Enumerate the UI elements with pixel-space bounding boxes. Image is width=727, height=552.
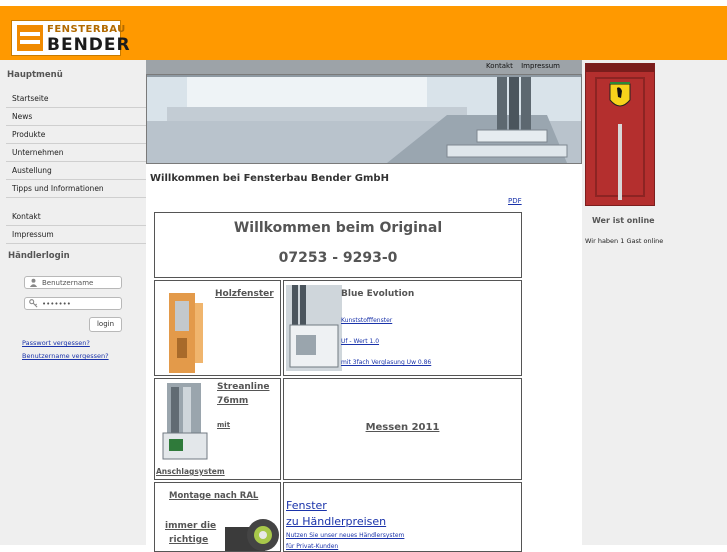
username-placeholder: Benutzername: [42, 279, 94, 287]
messen-link-wrap: Messen 2011: [284, 422, 521, 433]
main-menu-title: Hauptmenü: [7, 70, 63, 80]
streamline-line4[interactable]: Anschlagsystem: [156, 467, 225, 476]
menu-item-unternehmen[interactable]: Unternehmen: [6, 144, 146, 162]
user-icon: [29, 278, 38, 287]
welcome-cell: Willkommen beim Original 07253 - 9293-0: [154, 212, 522, 278]
top-link-kontakt[interactable]: Kontakt: [486, 62, 513, 70]
montage-line1[interactable]: Montage nach RAL: [169, 491, 258, 501]
who-is-online-title: Wer ist online: [592, 216, 655, 225]
blue-link-kunststoff[interactable]: Kunststofffenster: [341, 317, 392, 324]
montage-cell[interactable]: Montage nach RAL immer die richtige: [154, 482, 281, 552]
fenster-link[interactable]: Fenster: [286, 499, 327, 512]
bender-logo[interactable]: FENSTERBAU BENDER: [11, 20, 130, 56]
streamline-line1[interactable]: Streanline: [217, 382, 270, 392]
haendlersystem-link[interactable]: Nutzen Sie unser neues Händlersystem: [286, 532, 404, 539]
username-input[interactable]: Benutzername: [24, 276, 122, 289]
ferrari-door-image: [586, 64, 654, 200]
blue-link-verglasung[interactable]: mit 3fach Verglasung Uw 0.86: [341, 359, 431, 366]
privatkunden-link[interactable]: für Privat-Kunden: [286, 543, 338, 550]
key-icon: [29, 299, 38, 308]
main-menu: Startseite News Produkte Unternehmen Aus…: [6, 90, 146, 244]
forgot-password-link[interactable]: Passwort vergessen?: [22, 339, 90, 347]
password-value: •••••••: [42, 300, 71, 308]
forgot-username-link[interactable]: Benutzername vergessen?: [22, 352, 109, 360]
main-content: Kontakt Impressum Willkommen bei Fenster…: [146, 60, 582, 552]
messen-cell[interactable]: Messen 2011: [283, 378, 522, 480]
right-sidebar: Wer ist online Wir haben 1 Gast online: [582, 60, 727, 545]
haendlerpreise-link[interactable]: zu Händlerpreisen: [286, 515, 386, 528]
top-links: Kontakt Impressum: [480, 62, 560, 70]
messen-link[interactable]: Messen 2011: [366, 422, 440, 433]
window-profile-image: [147, 75, 581, 163]
streamline-profile-image: [162, 383, 208, 460]
haendlerpreise-cell[interactable]: Fenster zu Händlerpreisen Nutzen Sie uns…: [283, 482, 522, 552]
menu-gap: [6, 198, 146, 208]
menu-item-austellung[interactable]: Austellung: [6, 162, 146, 180]
logo-mark-icon: [17, 25, 43, 51]
phone-number: 07253 - 9293-0: [278, 250, 398, 266]
logo-text-fensterbau: FENSTERBAU: [47, 24, 126, 35]
sealing-tape-image: [225, 519, 279, 551]
password-input[interactable]: •••••••: [24, 297, 122, 310]
dealer-login-title: Händlerlogin: [8, 251, 70, 261]
streamline-cell[interactable]: Streanline 76mm mit Anschlagsystem: [154, 378, 281, 480]
top-bar: Kontakt Impressum: [146, 60, 582, 74]
pdf-link[interactable]: PDF: [508, 197, 522, 205]
menu-item-produkte[interactable]: Produkte: [6, 126, 146, 144]
menu-item-startseite[interactable]: Startseite: [6, 90, 146, 108]
streamline-line2[interactable]: 76mm: [217, 396, 248, 406]
blue-link-ufwert[interactable]: Uf - Wert 1.0: [341, 338, 379, 345]
left-sidebar: Hauptmenü Startseite News Produkte Unter…: [0, 60, 146, 545]
login-button[interactable]: login: [89, 317, 122, 332]
holzfenster-cell[interactable]: Holzfenster: [154, 280, 281, 376]
content-table: Willkommen beim Original 07253 - 9293-0 …: [154, 210, 524, 552]
montage-line3[interactable]: richtige: [169, 535, 208, 545]
top-link-impressum[interactable]: Impressum: [521, 62, 560, 70]
streamline-line3[interactable]: mit: [217, 421, 230, 429]
menu-item-tipps[interactable]: Tipps und Informationen: [6, 180, 146, 198]
menu-item-impressum[interactable]: Impressum: [6, 226, 146, 244]
montage-line2[interactable]: immer die: [165, 521, 216, 531]
menu-item-news[interactable]: News: [6, 108, 146, 126]
blue-evolution-title: Blue Evolution: [341, 289, 415, 299]
logo-text-bender: BENDER: [47, 35, 131, 55]
wood-window-profile-image: [169, 293, 203, 373]
site-header: FENSTERBAU BENDER: [0, 6, 727, 60]
pvc-window-profile-image: [286, 285, 342, 371]
blue-evolution-cell[interactable]: Blue Evolution Kunststofffenster Uf - We…: [283, 280, 522, 376]
page-heading: Willkommen bei Fensterbau Bender GmbH: [150, 173, 389, 184]
online-count-text: Wir haben 1 Gast online: [585, 237, 664, 245]
welcome-title: Willkommen beim Original: [233, 220, 443, 236]
red-door-image: [585, 63, 655, 206]
menu-item-kontakt[interactable]: Kontakt: [6, 208, 146, 226]
holzfenster-link[interactable]: Holzfenster: [215, 289, 274, 299]
window-profile-banner: [146, 74, 582, 164]
